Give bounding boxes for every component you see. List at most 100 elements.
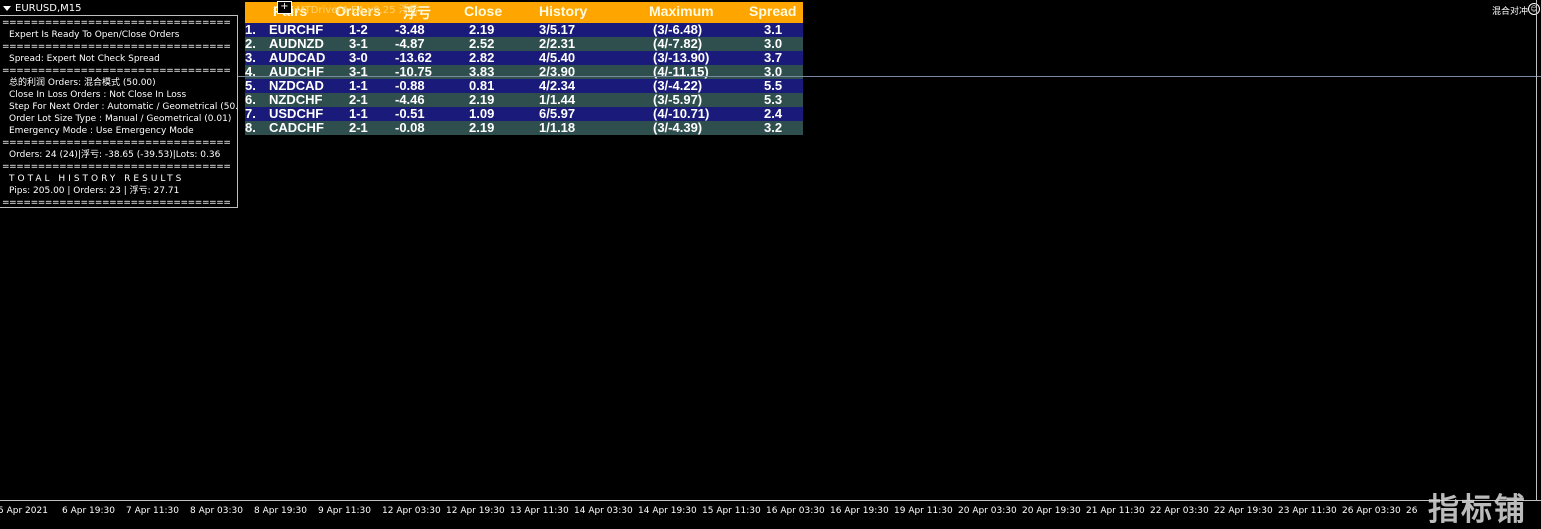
time-axis-label: 22 Apr 19:30: [1214, 506, 1273, 516]
setting-emergency-mode: Emergency Mode : Use Emergency Mode: [9, 126, 194, 136]
chart-right-border: [1536, 0, 1537, 500]
time-axis-label: 9 Apr 11:30: [318, 506, 371, 516]
row-floating: -0.51: [395, 106, 425, 121]
pairs-table: Pairs Orders 浮亏 Close History Maximum Sp…: [245, 2, 803, 135]
time-axis-label: 21 Apr 11:30: [1086, 506, 1145, 516]
table-row: 7. USDCHF 1-1 -0.51 1.09 6/5.97 (4/-10.71) 2.4: [245, 107, 803, 121]
setting-lot-size-type: Order Lot Size Type : Manual / Geometric…: [9, 114, 232, 124]
spread-status: Spread: Expert Not Check Spread: [9, 54, 160, 64]
expert-name-label: MTDriver4 EA v0.25 浮亏: [296, 5, 419, 16]
history-title: TOTAL HISTORY RESULTS: [9, 174, 185, 184]
time-axis-label: 8 Apr 19:30: [254, 506, 307, 516]
row-pair: NZDCHF: [269, 92, 323, 107]
row-maximum: (4/-10.71): [653, 106, 710, 121]
separator: ================================: [2, 42, 231, 52]
symbol-timeframe: EURUSD,M15: [15, 3, 82, 14]
time-axis-label: 13 Apr 11:30: [510, 506, 569, 516]
time-axis-label: 20 Apr 19:30: [1022, 506, 1081, 516]
row-close: 2.52: [469, 36, 495, 51]
expert-status: Expert Is Ready To Open/Close Orders: [9, 30, 180, 40]
separator: ================================: [2, 138, 231, 148]
time-axis: 5 Apr 2021 6 Apr 19:30 7 Apr 11:30 8 Apr 03…: [0, 506, 1541, 520]
setting-close-in-loss: Close In Loss Orders : Not Close In Loss: [9, 90, 187, 100]
time-axis-label: 16 Apr 19:30: [830, 506, 889, 516]
time-axis-label: 26 Apr 03:30: [1342, 506, 1401, 516]
row-close: 0.81: [469, 78, 495, 93]
row-floating: -3.48: [395, 22, 425, 37]
row-maximum: (3/-6.48): [653, 22, 703, 37]
row-history: 3/5.17: [539, 22, 576, 37]
row-pair: AUDNZD: [269, 36, 324, 51]
row-index: 5.: [245, 78, 256, 93]
table-row: 3. AUDCAD 3-0 -13.62 2.82 4/5.40 (3/-13.90) 3.7: [245, 51, 803, 65]
time-axis-label: 16 Apr 03:30: [766, 506, 825, 516]
row-index: 3.: [245, 50, 256, 65]
separator: ================================: [2, 162, 231, 172]
row-pair: AUDCAD: [269, 50, 326, 65]
row-orders: 2-1: [349, 120, 368, 135]
header-spread: Spread: [749, 3, 797, 19]
plus-icon[interactable]: +: [277, 1, 292, 14]
time-axis-label: 14 Apr 03:30: [574, 506, 633, 516]
row-index: 6.: [245, 92, 256, 107]
table-body: 1. EURCHF 1-2 -3.48 2.19 3/5.17 (3/-6.48) 3.1 2.…: [245, 23, 803, 135]
watermark-logo: 指标铺: [1428, 492, 1527, 528]
chart-window-title[interactable]: EURUSD,M15: [3, 2, 81, 16]
table-row: 1. EURCHF 1-2 -3.48 2.19 3/5.17 (3/-6.48) 3.1: [245, 23, 803, 37]
horizontal-line[interactable]: [238, 76, 1541, 77]
history-summary: Pips: 205.00 | Orders: 23 | 浮亏: 27.71: [9, 186, 180, 196]
time-axis-label: 12 Apr 19:30: [446, 506, 505, 516]
table-row: 8. CADCHF 2-1 -0.08 2.19 1/1.18 (3/-4.39) 3.2: [245, 121, 803, 135]
table-row: 6. NZDCHF 2-1 -4.46 2.19 1/1.44 (3/-5.97) 5.3: [245, 93, 803, 107]
time-axis-label: 8 Apr 03:30: [190, 506, 243, 516]
dropdown-arrow-icon[interactable]: [3, 5, 11, 11]
row-maximum: (3/-5.97): [653, 92, 703, 107]
row-orders: 3-1: [349, 36, 368, 51]
row-spread: 3.2: [764, 120, 783, 135]
row-history: 1/1.18: [539, 120, 576, 135]
row-orders: 1-2: [349, 22, 368, 37]
time-axis-label: 14 Apr 19:30: [638, 506, 697, 516]
row-pair: USDCHF: [269, 106, 324, 121]
header-maximum: Maximum: [649, 3, 714, 19]
row-spread: 2.4: [764, 106, 783, 121]
row-orders: 1-1: [349, 78, 368, 93]
row-maximum: (3/-4.22): [653, 78, 703, 93]
separator: ================================: [2, 66, 231, 76]
row-floating: -4.87: [395, 36, 425, 51]
row-history: 6/5.97: [539, 106, 576, 121]
row-close: 2.82: [469, 50, 495, 65]
orders-summary: Orders: 24 (24)|浮亏: -38.65 (-39.53)|Lots…: [9, 150, 221, 160]
time-axis-label: 7 Apr 11:30: [126, 506, 179, 516]
row-close: 2.19: [469, 92, 495, 107]
row-spread: 3.1: [764, 22, 783, 37]
time-axis-label: 23 Apr 11:30: [1278, 506, 1337, 516]
smiley-icon: ☺: [1528, 3, 1540, 15]
row-maximum: (3/-13.90): [653, 50, 710, 65]
row-spread: 5.3: [764, 92, 783, 107]
row-index: 2.: [245, 36, 256, 51]
row-pair: EURCHF: [269, 22, 324, 37]
header-history: History: [539, 3, 588, 19]
row-close: 2.19: [469, 120, 495, 135]
row-index: 7.: [245, 106, 256, 121]
row-orders: 3-0: [349, 50, 368, 65]
time-axis-line: [0, 500, 1541, 501]
table-row: 5. NZDCAD 1-1 -0.88 0.81 4/2.34 (3/-4.22) 5.5: [245, 79, 803, 93]
row-orders: 1-1: [349, 106, 368, 121]
row-spread: 3.7: [764, 50, 783, 65]
row-close: 2.19: [469, 22, 495, 37]
row-maximum: (4/-7.82): [653, 36, 703, 51]
row-orders: 2-1: [349, 92, 368, 107]
row-close: 1.09: [469, 106, 495, 121]
separator: ================================: [2, 18, 231, 28]
row-floating: -0.88: [395, 78, 425, 93]
row-history: 2/2.31: [539, 36, 576, 51]
row-spread: 3.0: [764, 36, 783, 51]
setting-profit-mode: 总的利润 Orders: 混合模式 (50.00): [9, 78, 156, 88]
row-floating: -4.46: [395, 92, 425, 107]
time-axis-label: 15 Apr 11:30: [702, 506, 761, 516]
table-row: 2. AUDNZD 3-1 -4.87 2.52 2/2.31 (4/-7.82) 3.0: [245, 37, 803, 51]
setting-step-next-order: Step For Next Order : Automatic / Geomet…: [9, 102, 237, 112]
row-history: 4/2.34: [539, 78, 576, 93]
